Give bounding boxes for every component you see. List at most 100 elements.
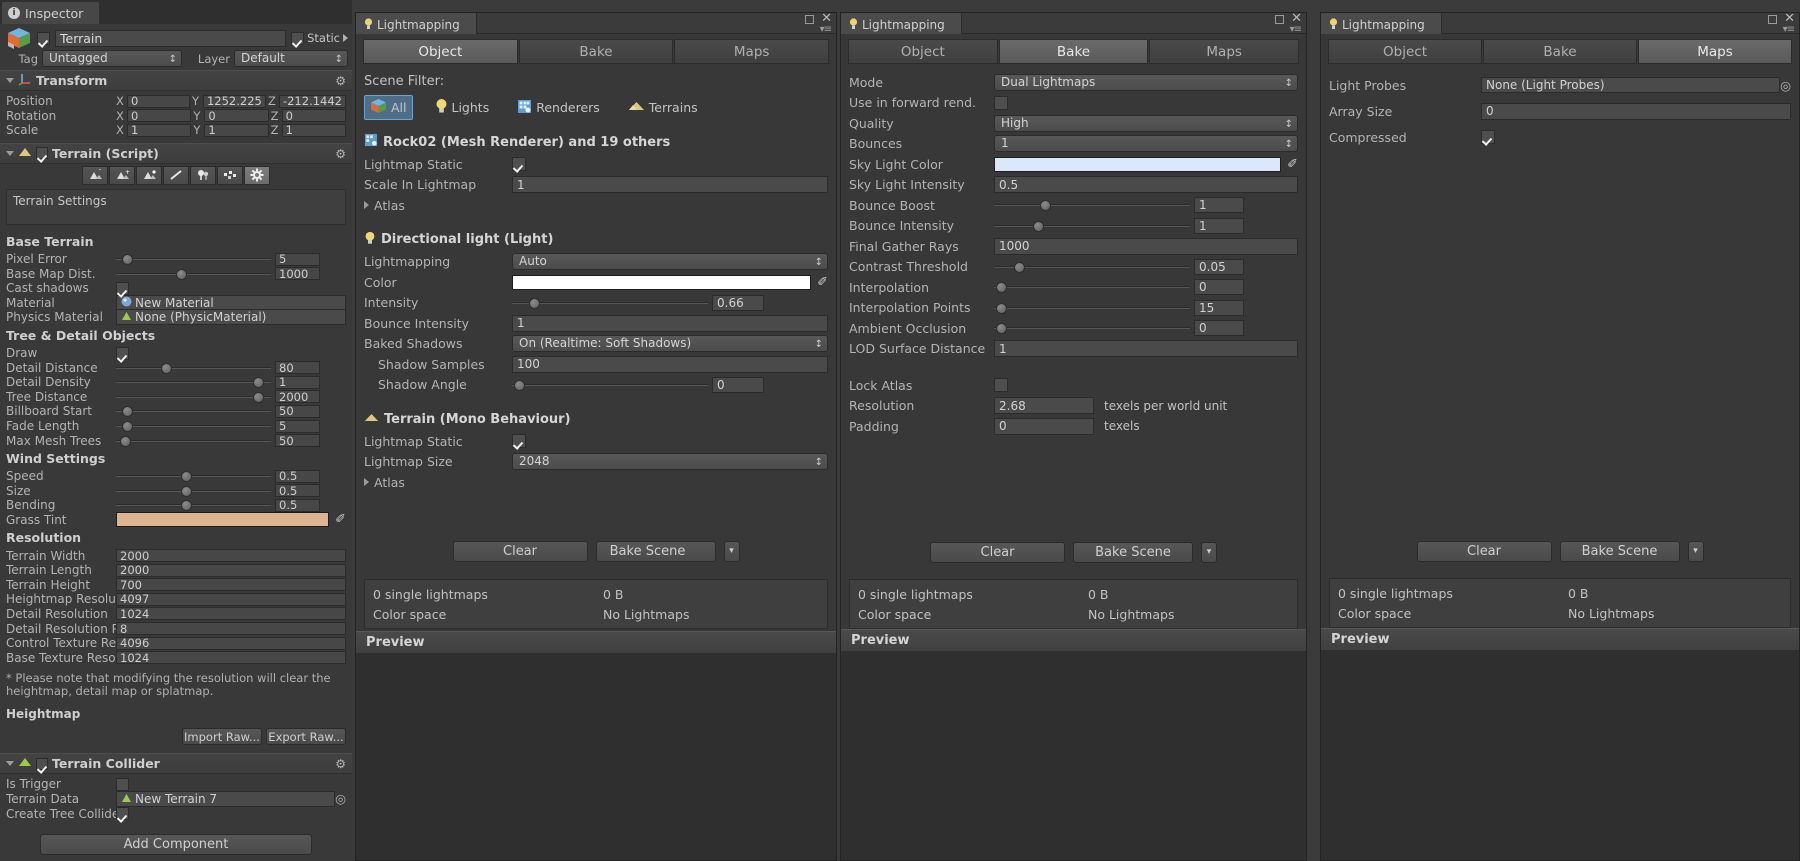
paint-height-icon[interactable]: + bbox=[109, 165, 135, 185]
property-checkbox[interactable] bbox=[116, 777, 129, 791]
axis-value-input[interactable]: 0 bbox=[127, 109, 192, 123]
property-value-input[interactable]: 0.5 bbox=[275, 484, 320, 498]
tab-object[interactable]: Object bbox=[848, 39, 998, 64]
slider-track-wrap[interactable] bbox=[116, 403, 271, 419]
raise-lower-terrain-icon[interactable] bbox=[82, 165, 108, 185]
paint-details-icon[interactable] bbox=[217, 165, 243, 185]
axis-value-input[interactable]: -212.1442 bbox=[278, 94, 346, 108]
property-value-input[interactable]: 2000 bbox=[116, 563, 346, 577]
property-dropdown[interactable]: 1 bbox=[994, 135, 1298, 153]
slider-track-wrap[interactable] bbox=[116, 251, 271, 267]
place-trees-icon[interactable] bbox=[190, 165, 216, 185]
component-header-terrain-script[interactable]: Terrain (Script) ⚙ bbox=[0, 142, 352, 164]
axis-value-input[interactable]: 1 bbox=[204, 123, 269, 137]
slider-track-wrap[interactable] bbox=[116, 389, 271, 405]
property-dropdown[interactable]: On (Realtime: Soft Shadows) bbox=[512, 335, 828, 353]
property-value-input[interactable]: 5 bbox=[275, 419, 320, 433]
property-value-input[interactable]: 0 bbox=[1194, 279, 1244, 296]
axis-value-input[interactable]: 0 bbox=[204, 109, 269, 123]
property-value-input[interactable]: 50 bbox=[275, 434, 320, 448]
property-value-input[interactable]: 1 bbox=[1194, 217, 1244, 234]
slider-knob[interactable] bbox=[120, 435, 132, 447]
terrain-settings-icon[interactable] bbox=[244, 165, 270, 185]
slider-knob[interactable] bbox=[160, 362, 172, 374]
property-value-input[interactable]: 0.66 bbox=[712, 294, 764, 311]
component-header-transform[interactable]: Transform ⚙ bbox=[0, 70, 352, 91]
clear-button[interactable]: Clear bbox=[930, 542, 1065, 563]
property-value-input[interactable]: 1024 bbox=[116, 651, 346, 665]
tab-bake[interactable]: Bake bbox=[1483, 39, 1637, 64]
maximize-icon[interactable] bbox=[1768, 14, 1778, 24]
property-value-input[interactable]: 0.5 bbox=[275, 469, 320, 483]
object-field[interactable]: New Terrain 7 bbox=[116, 790, 336, 807]
slider-track-wrap[interactable] bbox=[116, 433, 271, 449]
tab-maps[interactable]: Maps bbox=[1149, 39, 1300, 64]
import-raw-button[interactable]: Import Raw... bbox=[182, 728, 262, 746]
property-checkbox[interactable] bbox=[994, 378, 1008, 393]
eyedropper-icon[interactable]: ✐ bbox=[1287, 157, 1298, 172]
tab-maps[interactable]: Maps bbox=[1638, 39, 1792, 64]
slider-track-wrap[interactable] bbox=[994, 218, 1190, 234]
axis-value-input[interactable]: 0 bbox=[127, 94, 190, 108]
property-value-input[interactable]: 0 bbox=[1194, 320, 1244, 337]
tab-object[interactable]: Object bbox=[363, 39, 518, 64]
property-value-input[interactable]: 1000 bbox=[275, 267, 320, 281]
slider-track-wrap[interactable] bbox=[116, 483, 271, 499]
property-value-input[interactable]: 80 bbox=[275, 361, 320, 375]
tab-lightmapping[interactable]: Lightmapping bbox=[1321, 13, 1442, 34]
slider-track-wrap[interactable] bbox=[116, 360, 271, 376]
property-value-input[interactable]: 2000 bbox=[275, 390, 320, 404]
static-checkbox[interactable] bbox=[291, 31, 305, 45]
terrain-enabled-checkbox[interactable] bbox=[36, 147, 48, 160]
slider-knob[interactable] bbox=[121, 254, 133, 266]
slider-track-wrap[interactable] bbox=[994, 279, 1190, 295]
smooth-height-icon[interactable] bbox=[136, 165, 162, 185]
chevron-down-icon[interactable] bbox=[343, 34, 348, 42]
bake-scene-button[interactable]: Bake Scene bbox=[1073, 542, 1193, 563]
property-value-input[interactable]: 0.05 bbox=[1194, 258, 1244, 275]
slider-knob[interactable] bbox=[528, 297, 540, 309]
property-value-input[interactable]: 1 bbox=[512, 314, 828, 332]
close-icon[interactable]: ✕ bbox=[821, 12, 832, 25]
property-checkbox[interactable] bbox=[994, 95, 1008, 110]
slider-knob[interactable] bbox=[180, 485, 192, 497]
scene-filter-buttons[interactable]: All Lights Renderers Terrains bbox=[364, 95, 828, 130]
tab-object[interactable]: Object bbox=[1328, 39, 1482, 64]
foldout-arrow-icon[interactable] bbox=[6, 78, 14, 83]
property-value-input[interactable]: 1 bbox=[275, 375, 320, 389]
bake-options-dropdown[interactable]: ▾ bbox=[1687, 541, 1704, 562]
window-menu-icon[interactable]: ▾≡ bbox=[1783, 24, 1795, 35]
window-controls[interactable]: ✕ bbox=[1275, 12, 1302, 25]
property-value-input[interactable]: 4096 bbox=[116, 636, 346, 650]
object-field[interactable]: None (PhysicMaterial) bbox=[116, 309, 346, 326]
slider-track-wrap[interactable] bbox=[994, 320, 1190, 336]
preview-bar-object[interactable]: Preview bbox=[356, 631, 836, 653]
property-value-input[interactable]: 700 bbox=[116, 578, 346, 592]
property-value-input[interactable]: 1 bbox=[1194, 197, 1244, 214]
preview-bar-bake[interactable]: Preview bbox=[841, 629, 1306, 651]
paint-texture-icon[interactable] bbox=[163, 165, 189, 185]
window-menu-icon[interactable]: ▾≡ bbox=[1290, 24, 1302, 35]
property-checkbox[interactable] bbox=[116, 807, 129, 821]
tab-inspector[interactable]: i Inspector bbox=[2, 2, 100, 24]
slider-knob[interactable] bbox=[252, 391, 264, 403]
gear-icon[interactable]: ⚙ bbox=[335, 74, 346, 88]
maximize-icon[interactable] bbox=[1275, 14, 1285, 24]
property-value-input[interactable]: 0.5 bbox=[275, 498, 320, 512]
slider-track-wrap[interactable] bbox=[116, 374, 271, 390]
property-value-input[interactable]: 1024 bbox=[116, 607, 346, 621]
foldout-arrow-icon[interactable] bbox=[6, 150, 14, 156]
scene-filter-all[interactable]: All bbox=[364, 95, 413, 120]
slider-knob[interactable] bbox=[180, 471, 192, 483]
slider-track-wrap[interactable] bbox=[994, 197, 1190, 213]
property-value-input[interactable]: 100 bbox=[512, 355, 828, 373]
property-value-input[interactable]: 1000 bbox=[994, 237, 1298, 255]
tab-maps[interactable]: Maps bbox=[674, 39, 830, 64]
slider-track-wrap[interactable] bbox=[116, 497, 271, 513]
property-dropdown[interactable]: 2048 bbox=[512, 453, 828, 471]
slider-track-wrap[interactable] bbox=[994, 259, 1190, 275]
property-value-input[interactable]: 4097 bbox=[116, 592, 346, 606]
window-controls[interactable]: ✕ bbox=[805, 12, 832, 25]
slider-knob[interactable] bbox=[180, 500, 192, 512]
slider-track-wrap[interactable] bbox=[512, 295, 708, 311]
